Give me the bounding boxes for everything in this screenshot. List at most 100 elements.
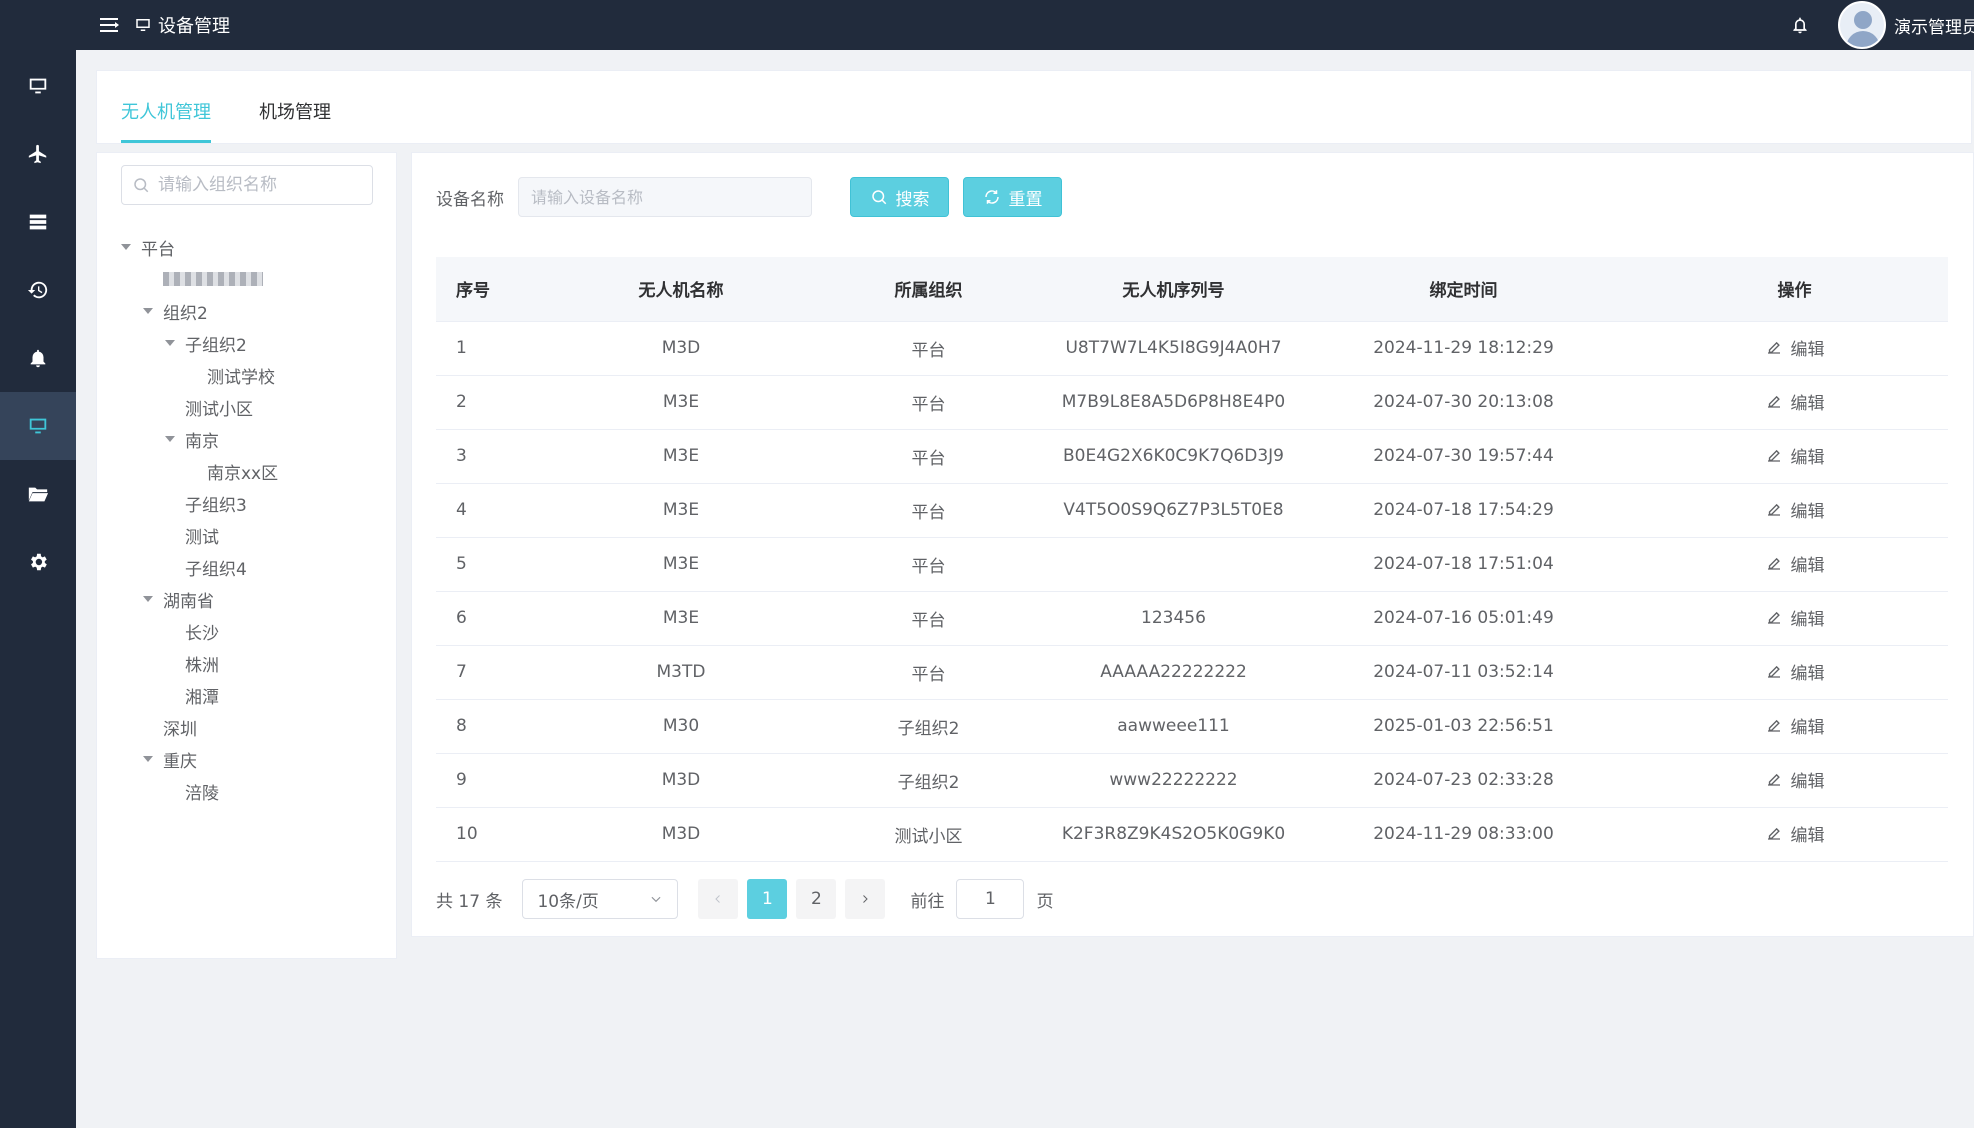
page-suffix: 页 bbox=[1036, 891, 1054, 912]
tree-node[interactable]: 平台 bbox=[121, 231, 278, 263]
edit-button[interactable]: 编辑 bbox=[1765, 443, 1825, 468]
tab-airport-management[interactable]: 机场管理 bbox=[259, 98, 331, 143]
device-name-label: 设备名称 bbox=[436, 189, 504, 210]
cell-bind-time: 2025-01-03 22:56:51 bbox=[1286, 699, 1641, 754]
edit-button[interactable]: 编辑 bbox=[1765, 821, 1825, 846]
sidebar-item-server[interactable] bbox=[0, 188, 76, 256]
edit-button[interactable]: 编辑 bbox=[1765, 551, 1825, 576]
table-row: 5 M3E 平台 2024-07-18 17:51:04 编辑 bbox=[436, 537, 1948, 592]
table-row: 3 M3E 平台 B0E4G2X6K0C9K7Q6D3J9 2024-07-30 19:… bbox=[436, 429, 1948, 484]
cell-serial: aawweee111 bbox=[1061, 699, 1286, 754]
hamburger-button[interactable] bbox=[86, 0, 134, 50]
tree-node[interactable]: 南京xx区 bbox=[121, 455, 278, 487]
tree-node[interactable]: 株洲 bbox=[121, 647, 278, 679]
tree-node[interactable]: 组织2 bbox=[121, 295, 278, 327]
column-header-bind-time: 绑定时间 bbox=[1286, 257, 1641, 322]
tree-node[interactable]: 测试 bbox=[121, 519, 278, 551]
username[interactable]: 演示管理员 bbox=[1894, 13, 1974, 38]
total-count: 共 17 条 bbox=[436, 891, 503, 912]
notification-button[interactable] bbox=[1780, 5, 1820, 45]
tree-node-label: 测试 bbox=[185, 527, 219, 548]
reset-button[interactable]: 重置 bbox=[963, 177, 1062, 217]
tree-node[interactable]: 子组织3 bbox=[121, 487, 278, 519]
tab-drone-management[interactable]: 无人机管理 bbox=[121, 98, 211, 143]
edit-button[interactable]: 编辑 bbox=[1765, 713, 1825, 738]
cell-index: 8 bbox=[436, 699, 566, 754]
cell-org: 平台 bbox=[796, 537, 1061, 592]
cell-org: 子组织2 bbox=[796, 699, 1061, 754]
tree-node[interactable]: 子组织2 bbox=[121, 327, 278, 359]
search-button[interactable]: 搜索 bbox=[850, 177, 949, 217]
sidebar-item-files[interactable] bbox=[0, 460, 76, 528]
cell-serial: B0E4G2X6K0C9K7Q6D3J9 bbox=[1061, 429, 1286, 484]
cell-bind-time: 2024-07-11 03:52:14 bbox=[1286, 645, 1641, 700]
tree-node[interactable]: 长沙 bbox=[121, 615, 278, 647]
tree-node[interactable]: 测试学校 bbox=[121, 359, 278, 391]
org-search-box[interactable] bbox=[121, 165, 373, 205]
tree-node[interactable]: 测试小区 bbox=[121, 391, 278, 423]
page-button-2[interactable]: 2 bbox=[796, 879, 837, 919]
cell-actions: 编辑 bbox=[1641, 429, 1948, 484]
refresh-icon bbox=[984, 190, 999, 204]
page-size-value: 10条/页 bbox=[537, 891, 599, 912]
cell-drone-name: M3D bbox=[566, 321, 796, 376]
edit-label: 编辑 bbox=[1790, 717, 1825, 738]
edit-button[interactable]: 编辑 bbox=[1765, 605, 1825, 630]
caret-down-icon[interactable] bbox=[165, 436, 175, 442]
edit-icon bbox=[1767, 450, 1780, 462]
caret-down-icon[interactable] bbox=[143, 308, 153, 314]
edit-label: 编辑 bbox=[1790, 447, 1825, 468]
table-row: 8 M30 子组织2 aawweee111 2025-01-03 22:56:51 编辑 bbox=[436, 699, 1948, 754]
caret-down-icon[interactable] bbox=[143, 756, 153, 762]
search-button-label: 搜索 bbox=[895, 189, 930, 210]
tree-node[interactable]: 重庆 bbox=[121, 743, 278, 775]
sidebar-item-devices[interactable] bbox=[0, 392, 76, 460]
sidebar-item-flight[interactable] bbox=[0, 120, 76, 188]
top-header: 设备管理 演示管理员 bbox=[76, 0, 1974, 50]
edit-button[interactable]: 编辑 bbox=[1765, 767, 1825, 792]
cell-drone-name: M30 bbox=[566, 699, 796, 754]
edit-label: 编辑 bbox=[1790, 663, 1825, 684]
tree-node[interactable]: 子组织4 bbox=[121, 551, 278, 583]
tree-node[interactable]: 涪陵 bbox=[121, 775, 278, 807]
device-name-input[interactable] bbox=[518, 177, 812, 217]
sidebar-item-settings[interactable] bbox=[0, 528, 76, 596]
caret-down-icon[interactable] bbox=[121, 244, 131, 250]
tree-node[interactable]: 湘潭 bbox=[121, 679, 278, 711]
cell-actions: 编辑 bbox=[1641, 321, 1948, 376]
cell-org: 子组织2 bbox=[796, 753, 1061, 808]
cell-serial: www22222222 bbox=[1061, 753, 1286, 808]
tree-node[interactable]: 深圳 bbox=[121, 711, 278, 743]
org-tree-panel: 平台组织2 子组织2 测试学校测试小区南京南京xx区子组织3 测试子组织4 湖南省长沙株… bbox=[96, 152, 397, 959]
cell-org: 平台 bbox=[796, 591, 1061, 646]
sidebar-item-dashboard[interactable] bbox=[0, 52, 76, 120]
cell-org: 平台 bbox=[796, 645, 1061, 700]
caret-down-icon[interactable] bbox=[165, 340, 175, 346]
tree-node[interactable] bbox=[121, 263, 278, 295]
sidebar-item-alerts[interactable] bbox=[0, 324, 76, 392]
sidebar-item-history[interactable] bbox=[0, 256, 76, 324]
avatar[interactable] bbox=[1838, 1, 1886, 49]
edit-button[interactable]: 编辑 bbox=[1765, 335, 1825, 360]
table-row: 4 M3E 平台 V4T5O0S9Q6Z7P3L5T0E8 2024-07-18 17:… bbox=[436, 483, 1948, 538]
cell-org: 平台 bbox=[796, 429, 1061, 484]
edit-button[interactable]: 编辑 bbox=[1765, 497, 1825, 522]
tree-node[interactable]: 湖南省 bbox=[121, 583, 278, 615]
cell-bind-time: 2024-07-16 05:01:49 bbox=[1286, 591, 1641, 646]
org-search-input[interactable] bbox=[158, 175, 358, 195]
prev-page-button[interactable] bbox=[698, 879, 739, 919]
cell-serial: K2F3R8Z9K4S2O5K0G9K0 bbox=[1061, 807, 1286, 862]
cell-org: 平台 bbox=[796, 483, 1061, 538]
caret-down-icon[interactable] bbox=[143, 596, 153, 602]
page-size-select[interactable]: 10条/页 bbox=[522, 879, 679, 919]
page-button-1[interactable]: 1 bbox=[747, 879, 788, 919]
pagination: 共 17 条 10条/页 1 2 前往 页 bbox=[436, 879, 1053, 919]
edit-button[interactable]: 编辑 bbox=[1765, 389, 1825, 414]
tree-node[interactable]: 南京 bbox=[121, 423, 278, 455]
edit-button[interactable]: 编辑 bbox=[1765, 659, 1825, 684]
device-table: 序号 无人机名称 所属组织 无人机序列号 绑定时间 操作 1 M3D 平台 U8T7W… bbox=[436, 257, 1948, 862]
cell-drone-name: M3TD bbox=[566, 645, 796, 700]
cell-index: 1 bbox=[436, 321, 566, 376]
next-page-button[interactable] bbox=[845, 879, 886, 919]
goto-page-input[interactable] bbox=[956, 879, 1025, 919]
